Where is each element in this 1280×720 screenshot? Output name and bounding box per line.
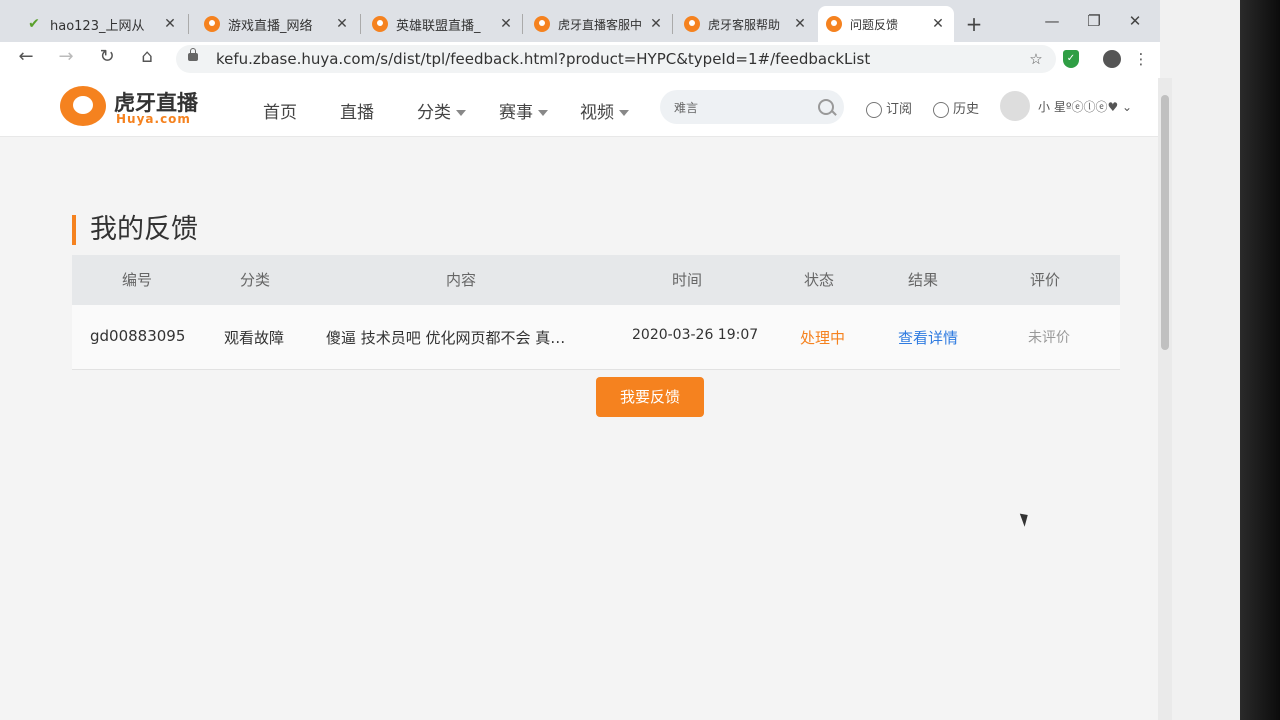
row-category: 观看故障 [224,329,285,347]
close-icon[interactable]: ✕ [648,16,664,32]
row-id: gd00883095 [90,327,186,345]
site-header: 虎牙直播 Huya.com 首页 直播 分类 赛事 视频 难言 订阅 历史 小 … [0,78,1160,137]
huya-logo-icon[interactable] [60,86,106,126]
browser-toolbar: ← → ↻ ⌂ kefu.zbase.huya.com/s/dist/tpl/f… [0,42,1160,79]
nav-events[interactable]: 赛事 [499,98,548,123]
close-icon[interactable]: ✕ [334,16,350,32]
address-bar[interactable]: kefu.zbase.huya.com/s/dist/tpl/feedback.… [176,45,1056,73]
home-icon[interactable]: ⌂ [133,46,161,67]
tab-title: 虎牙直播客服中 [558,17,643,32]
huya-icon [372,16,388,32]
page-title: 我的反馈 [72,215,198,245]
tab-support-help[interactable]: 虎牙客服帮助 ✕ [676,6,816,42]
reload-icon[interactable]: ↻ [93,46,121,67]
search-input[interactable]: 难言 [660,90,844,124]
browser-window: ✔ hao123_上网从 ✕ 游戏直播_网络 ✕ 英雄联盟直播_ ✕ 虎牙直播客… [0,0,1240,720]
close-icon[interactable]: ✕ [792,16,808,32]
menu-dots-icon[interactable]: ⋮ [1131,50,1151,68]
feedback-table: 编号 分类 内容 时间 状态 结果 评价 gd00883095 观看故障 傻逼 … [72,255,1120,370]
back-icon[interactable]: ← [12,46,40,67]
nav-live[interactable]: 直播 [340,98,374,123]
heart-icon [866,101,882,118]
tab-game-live[interactable]: 游戏直播_网络 ✕ [196,6,358,42]
table-row: gd00883095 观看故障 傻逼 技术员吧 优化网页都不会 真… 2020-… [72,305,1120,370]
huya-icon [204,16,220,32]
new-tab-icon[interactable]: + [962,12,986,36]
close-icon[interactable]: ✕ [498,16,514,32]
chevron-down-icon [538,110,548,116]
tab-title: hao123_上网从 [50,18,145,34]
hao123-icon: ✔ [28,16,40,32]
col-category: 分类 [240,271,271,289]
row-content: 傻逼 技术员吧 优化网页都不会 真… [326,329,566,347]
col-time: 时间 [672,271,703,289]
mouse-cursor-icon [1019,511,1032,527]
nav-category[interactable]: 分类 [417,98,466,123]
main-content: 我的反馈 编号 分类 内容 时间 状态 结果 评价 gd00883095 观看故… [0,137,1160,720]
tab-strip: ✔ hao123_上网从 ✕ 游戏直播_网络 ✕ 英雄联盟直播_ ✕ 虎牙直播客… [0,0,1160,42]
forward-icon[interactable]: → [52,46,80,67]
close-icon[interactable]: ✕ [930,16,946,32]
col-result: 结果 [908,271,939,289]
restore-icon[interactable]: ❐ [1079,12,1109,30]
col-content: 内容 [446,271,477,289]
row-time: 2020-03-26 19:07 [632,327,759,343]
nav-home[interactable]: 首页 [263,98,297,123]
extension-shield-icon[interactable]: ✓ [1063,50,1079,68]
chevron-down-icon [456,110,466,116]
table-header: 编号 分类 内容 时间 状态 结果 评价 [72,255,1120,305]
tab-title: 虎牙客服帮助 [708,17,781,32]
account-icon[interactable] [1103,50,1121,68]
col-status: 状态 [804,271,835,289]
tab-feedback[interactable]: 问题反馈 ✕ [818,6,954,42]
huya-icon [684,16,700,32]
huya-icon [826,16,842,32]
logo-domain: Huya.com [116,112,191,126]
tab-lol-live[interactable]: 英雄联盟直播_ ✕ [364,6,522,42]
search-icon[interactable] [818,99,834,115]
submit-feedback-button[interactable]: 我要反馈 [596,377,704,417]
window-close-icon[interactable]: ✕ [1120,12,1150,30]
minimize-icon[interactable]: — [1037,12,1067,30]
tab-title: 游戏直播_网络 [228,18,313,34]
nav-video[interactable]: 视频 [580,98,629,123]
username[interactable]: 小 星ºⓔⓛⓔ♥ ⌄ [1038,98,1132,115]
subscribe-link[interactable]: 订阅 [866,98,912,118]
chevron-down-icon [619,110,629,116]
avatar[interactable] [1000,91,1030,121]
scrollbar-thumb[interactable] [1161,95,1169,350]
huya-icon [534,16,550,32]
view-details-link[interactable]: 查看详情 [898,327,958,348]
tab-support-center[interactable]: 虎牙直播客服中 ✕ [526,6,672,42]
status-badge: 处理中 [800,329,846,347]
tab-hao123[interactable]: ✔ hao123_上网从 ✕ [18,6,186,42]
bookmark-star-icon[interactable]: ☆ [1026,50,1046,68]
rating-text: 未评价 [1028,330,1070,346]
col-id: 编号 [122,271,153,289]
close-icon[interactable]: ✕ [162,16,178,32]
col-rating: 评价 [1030,271,1061,289]
history-link[interactable]: 历史 [933,98,979,118]
url-text: kefu.zbase.huya.com/s/dist/tpl/feedback.… [216,50,871,68]
tab-title: 问题反馈 [850,17,899,32]
tab-title: 英雄联盟直播_ [396,18,481,34]
monitor-bezel [1240,0,1280,720]
lock-icon [188,48,198,61]
clock-icon [933,101,949,118]
search-placeholder: 难言 [674,101,699,115]
